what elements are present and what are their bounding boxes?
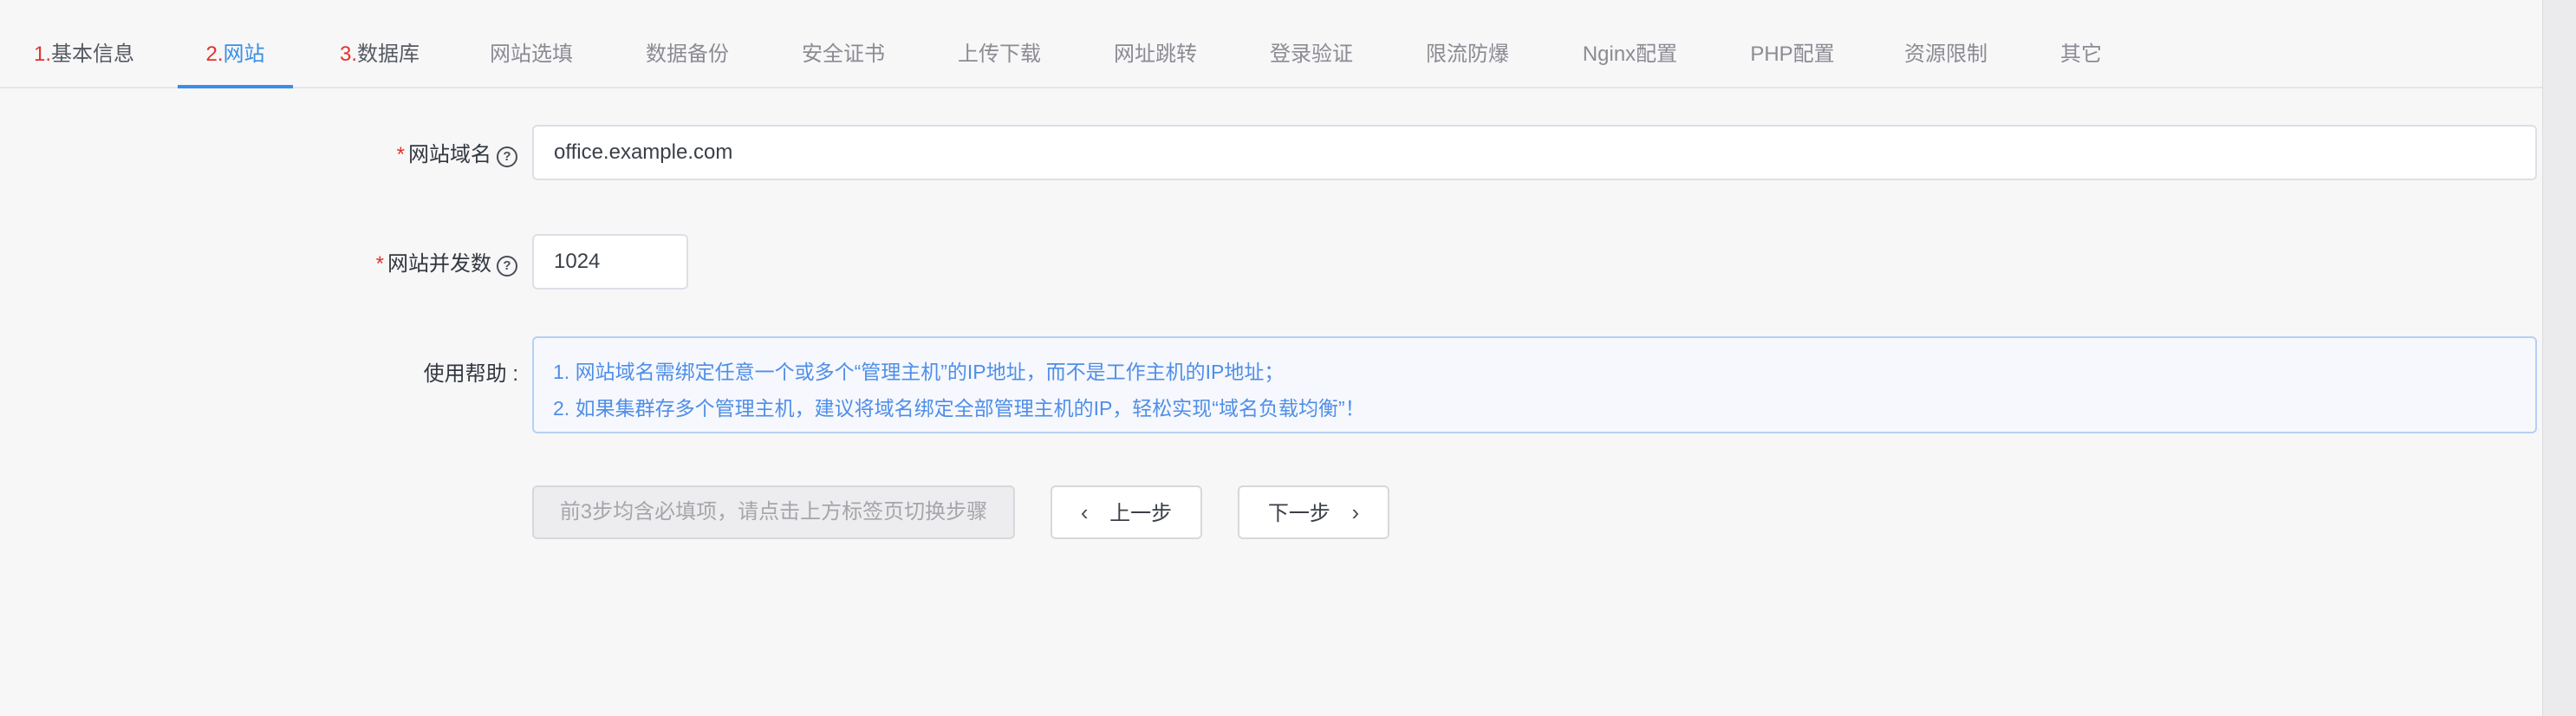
tab-label: 网站: [223, 42, 265, 66]
tab-login-auth[interactable]: 登录验证: [1268, 0, 1355, 87]
tab-label: Nginx配置: [1582, 42, 1678, 66]
tab-url-redirect[interactable]: 网址跳转: [1112, 0, 1199, 87]
question-circle-icon[interactable]: ?: [497, 146, 517, 167]
required-steps-hint-button[interactable]: 前3步均含必填项，请点击上方标签页切换步骤: [532, 485, 1015, 539]
active-tab-indicator: [178, 85, 293, 88]
page: 1.基本信息 2.网站 3.数据库 网站选填 数据备份 安全证书 上传下载 网址…: [0, 0, 2576, 716]
next-step-label: 下一步: [1267, 502, 1330, 525]
tab-label: 网站选填: [490, 42, 573, 66]
tab-label: 基本信息: [51, 42, 134, 66]
tab-label: 数据库: [357, 42, 420, 66]
tab-rate-limit[interactable]: 限流防爆: [1424, 0, 1511, 87]
chevron-left-icon: ‹: [1080, 499, 1089, 525]
concurrency-input[interactable]: [532, 234, 688, 290]
prev-step-label: 上一步: [1109, 502, 1173, 525]
domain-label-text: 网站域名: [408, 143, 491, 166]
help-line: 2. 如果集群存多个管理主机，建议将域名绑定全部管理主机的IP，轻松实现“域名负…: [553, 397, 1365, 420]
tab-label: 其它: [2060, 42, 2102, 66]
tab-website-optional[interactable]: 网站选填: [488, 0, 575, 87]
domain-input[interactable]: [532, 125, 2537, 180]
required-mark: *: [396, 143, 405, 166]
tab-number: 1.: [33, 42, 51, 66]
concurrency-label-text: 网站并发数: [387, 252, 491, 276]
tab-database[interactable]: 3.数据库: [336, 0, 423, 87]
tab-label: 限流防爆: [1426, 42, 1509, 66]
tab-basic-info[interactable]: 1.基本信息: [31, 0, 137, 87]
domain-label: * 网站域名?: [397, 137, 517, 167]
tab-website[interactable]: 2.网站: [178, 0, 293, 87]
tab-label: 网址跳转: [1114, 42, 1197, 66]
tab-other[interactable]: 其它: [2059, 0, 2104, 87]
question-circle-icon[interactable]: ?: [497, 256, 517, 277]
tab-php-config[interactable]: PHP配置: [1749, 0, 1836, 87]
next-step-button[interactable]: 下一步 ›: [1238, 485, 1389, 539]
tab-number: 2.: [205, 42, 224, 66]
help-box: 1. 网站域名需绑定任意一个或多个“管理主机”的IP地址，而不是工作主机的IP地…: [532, 336, 2537, 433]
tab-data-backup[interactable]: 数据备份: [644, 0, 731, 87]
required-mark: *: [375, 252, 384, 276]
tab-label: 安全证书: [802, 42, 885, 66]
prev-step-button[interactable]: ‹ 上一步: [1051, 485, 1202, 539]
help-line: 1. 网站域名需绑定任意一个或多个“管理主机”的IP地址，而不是工作主机的IP地…: [553, 361, 1285, 383]
tab-label: 上传下载: [958, 42, 1041, 66]
tab-label: 资源限制: [1904, 42, 1987, 66]
tab-upload-download[interactable]: 上传下载: [956, 0, 1043, 87]
tab-number: 3.: [339, 42, 357, 66]
step-tabs: 1.基本信息 2.网站 3.数据库 网站选填 数据备份 安全证书 上传下载 网址…: [0, 0, 2543, 88]
right-edge-panel: [2542, 0, 2576, 716]
tab-label: 登录验证: [1270, 42, 1353, 66]
tab-resource-limit[interactable]: 资源限制: [1903, 0, 1989, 87]
chevron-right-icon: ›: [1351, 499, 1360, 525]
concurrency-label: * 网站并发数?: [376, 246, 517, 277]
tab-label: PHP配置: [1750, 42, 1835, 66]
help-label: 使用帮助 :: [423, 362, 518, 386]
tab-label: 数据备份: [646, 42, 729, 66]
tab-nginx-config[interactable]: Nginx配置: [1580, 0, 1680, 87]
tab-ssl-certificate[interactable]: 安全证书: [800, 0, 887, 87]
